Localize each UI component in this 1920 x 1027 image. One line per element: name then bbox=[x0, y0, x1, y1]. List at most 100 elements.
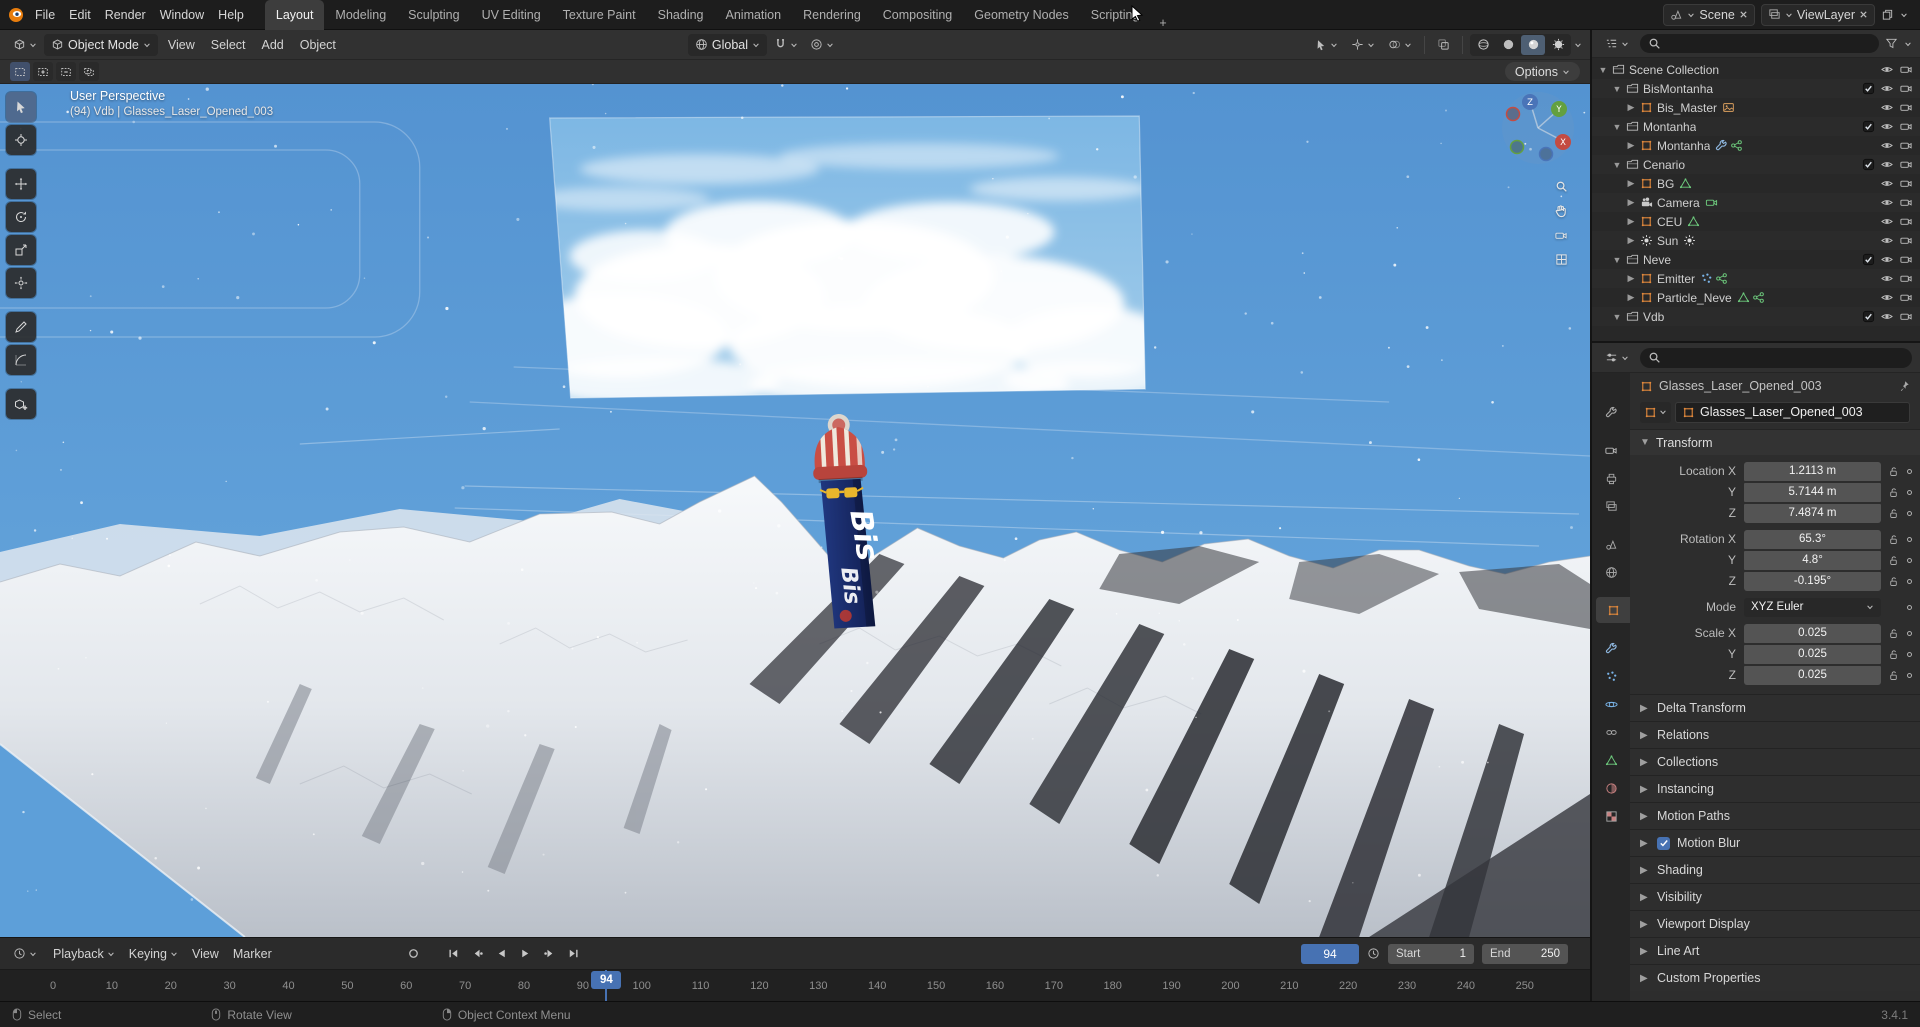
outliner-row[interactable]: ▶ Camera bbox=[1592, 193, 1920, 212]
gizmo-y-axis[interactable]: Y bbox=[1555, 105, 1562, 115]
properties-tab-scene[interactable] bbox=[1592, 531, 1630, 557]
expand-icon[interactable]: ▶ bbox=[1624, 216, 1638, 227]
expand-icon[interactable]: ▶ bbox=[1624, 292, 1638, 303]
expand-icon[interactable]: ▶ bbox=[1624, 197, 1638, 208]
disable-in-renders-icon[interactable] bbox=[1899, 215, 1913, 228]
selectability-dropdown[interactable] bbox=[1310, 37, 1343, 53]
outliner-row[interactable]: ▶ Emitter bbox=[1592, 269, 1920, 288]
gizmo-z-axis[interactable]: Z bbox=[1527, 98, 1533, 108]
outliner-row[interactable]: ▶ Bis_Master bbox=[1592, 98, 1920, 117]
select-mode-intersect-button[interactable] bbox=[79, 62, 99, 81]
add-workspace-button[interactable]: + bbox=[1150, 16, 1175, 30]
outliner-row[interactable]: ▼ Vdb bbox=[1592, 307, 1920, 326]
disable-in-renders-icon[interactable] bbox=[1899, 63, 1913, 76]
number-field[interactable]: 0.025 bbox=[1744, 644, 1881, 664]
disable-in-renders-icon[interactable] bbox=[1899, 310, 1913, 323]
viewport-canvas[interactable]: Bis Bis User Perspective (94) Vdb | Glas… bbox=[0, 84, 1590, 937]
number-field[interactable]: 1.2113 m bbox=[1744, 461, 1881, 481]
xray-toggle[interactable] bbox=[1432, 36, 1455, 53]
workspace-tab-texture-paint[interactable]: Texture Paint bbox=[552, 0, 647, 30]
jump-start-button[interactable] bbox=[443, 944, 465, 964]
section-relations[interactable]: ▶ Relations bbox=[1630, 721, 1920, 748]
tool-measure-button[interactable] bbox=[6, 345, 36, 375]
filter-icon[interactable] bbox=[1885, 37, 1898, 50]
viewport-menu-object[interactable]: Object bbox=[292, 30, 344, 60]
properties-tab-texture[interactable] bbox=[1592, 803, 1630, 829]
outliner-row[interactable]: ▼ Montanha bbox=[1592, 117, 1920, 136]
outliner-row[interactable]: ▶ Sun bbox=[1592, 231, 1920, 250]
expand-icon[interactable]: ▶ bbox=[1624, 273, 1638, 284]
expand-icon[interactable]: ▶ bbox=[1624, 140, 1638, 151]
section-custom-properties[interactable]: ▶ Custom Properties bbox=[1630, 964, 1920, 991]
timeline-menu-marker[interactable]: Marker bbox=[226, 947, 279, 961]
animate-property-icon[interactable] bbox=[1905, 509, 1914, 518]
tool-select-box-button[interactable] bbox=[6, 92, 36, 122]
gizmo-x-axis[interactable]: X bbox=[1560, 138, 1566, 148]
menu-file[interactable]: File bbox=[28, 0, 62, 30]
workspace-tab-uv-editing[interactable]: UV Editing bbox=[471, 0, 552, 30]
zoom-icon[interactable] bbox=[1555, 180, 1568, 193]
tool-rotate-button[interactable] bbox=[6, 202, 36, 232]
expand-icon[interactable]: ▶ bbox=[1624, 235, 1638, 246]
collapse-icon[interactable]: ▼ bbox=[1596, 65, 1610, 75]
workspace-tab-rendering[interactable]: Rendering bbox=[792, 0, 872, 30]
disable-in-renders-icon[interactable] bbox=[1899, 253, 1913, 266]
properties-editor-type-button[interactable] bbox=[1600, 349, 1634, 366]
animate-property-icon[interactable] bbox=[1905, 629, 1914, 638]
select-mode-subtract-button[interactable] bbox=[56, 62, 76, 81]
number-field[interactable]: 5.7144 m bbox=[1744, 482, 1881, 502]
workspace-tab-compositing[interactable]: Compositing bbox=[872, 0, 963, 30]
number-field[interactable]: 0.025 bbox=[1744, 623, 1881, 643]
collapse-icon[interactable]: ▼ bbox=[1610, 84, 1624, 94]
number-field[interactable]: -0.195° bbox=[1744, 571, 1881, 591]
workspace-tab-layout[interactable]: Layout bbox=[264, 0, 325, 30]
hide-in-viewport-icon[interactable] bbox=[1880, 177, 1894, 190]
navigation-gizmo[interactable]: Z Y X bbox=[1500, 88, 1576, 164]
hide-in-viewport-icon[interactable] bbox=[1880, 234, 1894, 247]
select-mode-extend-button[interactable] bbox=[33, 62, 53, 81]
disable-in-renders-icon[interactable] bbox=[1899, 291, 1913, 304]
remove-viewlayer-icon[interactable] bbox=[1859, 10, 1868, 19]
unlink-scene-icon[interactable] bbox=[1739, 10, 1748, 19]
number-field[interactable]: 65.3° bbox=[1744, 529, 1881, 549]
exclude-checkbox-icon[interactable] bbox=[1862, 158, 1875, 171]
hide-in-viewport-icon[interactable] bbox=[1880, 82, 1894, 95]
select-mode-new-button[interactable] bbox=[10, 62, 30, 81]
play-reverse-button[interactable] bbox=[491, 944, 513, 964]
viewport-menu-select[interactable]: Select bbox=[203, 30, 254, 60]
section-instancing[interactable]: ▶ Instancing bbox=[1630, 775, 1920, 802]
properties-tab-render[interactable] bbox=[1592, 437, 1630, 463]
animate-property-icon[interactable] bbox=[1905, 671, 1914, 680]
hide-in-viewport-icon[interactable] bbox=[1880, 63, 1894, 76]
tool-scale-button[interactable] bbox=[6, 235, 36, 265]
blender-logo-icon[interactable] bbox=[8, 7, 24, 23]
hide-in-viewport-icon[interactable] bbox=[1880, 101, 1894, 114]
menu-window[interactable]: Window bbox=[153, 0, 211, 30]
section-delta-transform[interactable]: ▶ Delta Transform bbox=[1630, 694, 1920, 721]
disable-in-renders-icon[interactable] bbox=[1899, 158, 1913, 171]
disable-in-renders-icon[interactable] bbox=[1899, 101, 1913, 114]
workspace-tab-shading[interactable]: Shading bbox=[647, 0, 715, 30]
object-browse-button[interactable] bbox=[1640, 401, 1671, 423]
collapse-icon[interactable]: ▼ bbox=[1610, 122, 1624, 132]
disable-in-renders-icon[interactable] bbox=[1899, 82, 1913, 95]
outliner-root-row[interactable]: ▼ Scene Collection bbox=[1592, 60, 1920, 79]
gizmo-neg-z-axis[interactable] bbox=[1538, 146, 1554, 162]
hide-in-viewport-icon[interactable] bbox=[1880, 215, 1894, 228]
hide-in-viewport-icon[interactable] bbox=[1880, 272, 1894, 285]
outliner-row[interactable]: ▶ Montanha bbox=[1592, 136, 1920, 155]
disable-in-renders-icon[interactable] bbox=[1899, 120, 1913, 133]
orientation-dropdown[interactable]: Global bbox=[687, 33, 768, 56]
exclude-checkbox-icon[interactable] bbox=[1862, 310, 1875, 323]
number-field[interactable]: 7.4874 m bbox=[1744, 503, 1881, 523]
gizmos-toggle[interactable] bbox=[1346, 36, 1380, 53]
section-visibility[interactable]: ▶ Visibility bbox=[1630, 883, 1920, 910]
properties-tab-output[interactable] bbox=[1592, 465, 1630, 491]
play-button[interactable] bbox=[515, 944, 537, 964]
animate-property-icon[interactable] bbox=[1905, 650, 1914, 659]
timeline-editor-type-button[interactable] bbox=[8, 945, 42, 962]
timeline-ruler[interactable]: 94 0 10 20 30 40 50 60 70 80 90 100 110 120 130 140 150… bbox=[0, 969, 1590, 1001]
shading-rendered-button[interactable] bbox=[1546, 35, 1570, 55]
tool-transform-button[interactable] bbox=[6, 268, 36, 298]
mode-dropdown[interactable]: Object Mode bbox=[44, 33, 158, 56]
